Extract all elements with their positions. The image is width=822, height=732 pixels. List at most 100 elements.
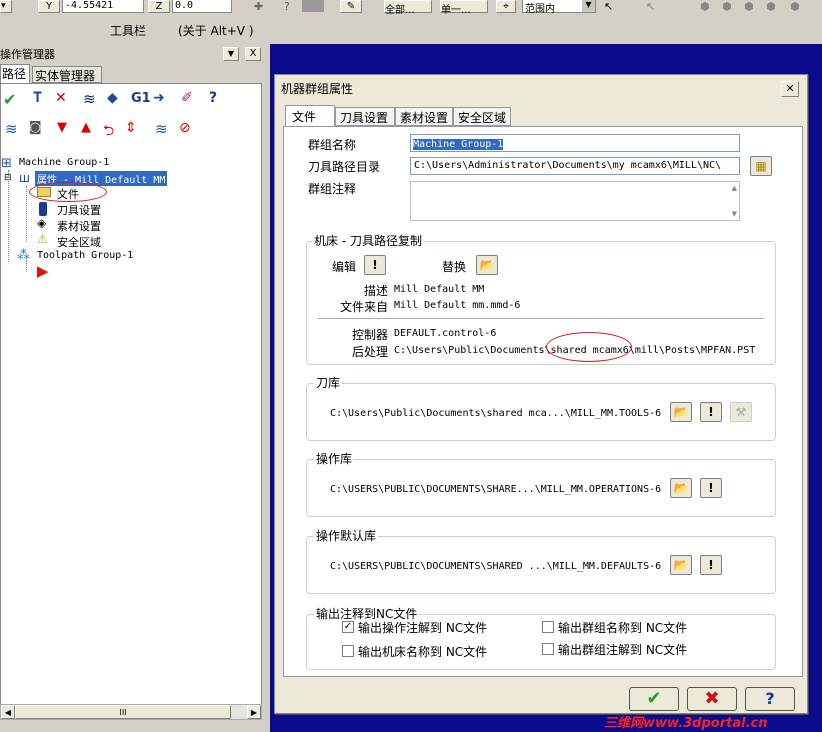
group-comment-textarea[interactable]: ▲ ▼ (410, 181, 740, 221)
about-label: (关于 Alt+V ) (178, 24, 254, 38)
close-icon[interactable]: ✕ (781, 81, 799, 97)
tab-path[interactable]: 路径 (0, 64, 30, 84)
tool-library-disabled-button[interactable]: ⚒ (730, 402, 752, 422)
help-button[interactable]: ? (745, 687, 795, 711)
post-label: 后处理 (352, 345, 389, 359)
verify-icon[interactable]: ◆ (107, 90, 118, 106)
insert-arrow-icon[interactable]: ⮌ (103, 120, 114, 144)
cursor-icon[interactable]: ⌖ (496, 0, 516, 13)
solid-icon[interactable]: ⬢ (700, 0, 710, 13)
tree-tool-settings[interactable]: 刀具设置 (57, 202, 101, 218)
tab-safety-zone[interactable]: 安全区域 (453, 107, 511, 126)
regen-dirty-icon[interactable]: ✕ (55, 90, 67, 106)
toggle-display-icon[interactable]: ⊘ (179, 120, 191, 136)
post-ops-icon[interactable]: ➜ (153, 90, 165, 106)
move-down-icon[interactable]: ▼ (57, 120, 67, 135)
horizontal-scrollbar[interactable]: ◀ III ▶ (0, 704, 262, 720)
move-up-icon[interactable]: ▲ (81, 120, 91, 135)
pencil-icon[interactable]: ✎ (340, 0, 362, 13)
group-name-input[interactable]: Machine Group-1 (410, 134, 740, 152)
output-machine-name-checkbox[interactable] (342, 645, 354, 657)
comment-scroll-up-icon[interactable]: ▲ (732, 184, 737, 192)
y-coordinate-input[interactable]: -4.55421 (62, 0, 144, 13)
tree-line (8, 170, 9, 262)
solid-5-icon[interactable]: ⬢ (790, 0, 800, 13)
select-all-combo[interactable]: 全部... (384, 0, 432, 16)
lock-icon[interactable]: ◙ (29, 120, 42, 135)
tree-safety-zone[interactable]: 安全区域 (57, 234, 101, 250)
op-library-open-button[interactable]: 📂 (670, 478, 692, 498)
arrow-dropdown[interactable]: ▾ (0, 0, 12, 13)
op-toolbar-row-1: ✔ 𝐓 ✕ ≋ ◆ G1 ➜ ✐ ? (1, 90, 261, 112)
desc-label: 描述 (364, 284, 389, 298)
tab-tool-settings[interactable]: 刀具设置 (335, 107, 395, 126)
output-group-comment-checkbox[interactable] (542, 643, 554, 655)
toolbar-icon-group-b[interactable]: ↖ ↖ ⬢ ⬢ ⬢ ⬢ ⬢ (604, 0, 822, 13)
solid-4-icon[interactable]: ⬢ (766, 0, 776, 13)
controller-label: 控制器 (352, 328, 389, 342)
g1-label[interactable]: G1 (131, 91, 151, 106)
toolpath-icon[interactable]: ≋ (5, 120, 18, 138)
color-swatch-icon[interactable] (302, 0, 324, 12)
high-speed-icon[interactable]: ✐ (181, 90, 193, 106)
panel-menu-button[interactable]: ▼ (223, 47, 239, 61)
open-folder-icon: 📂 (479, 258, 495, 272)
select-single-combo[interactable]: 单一... (440, 0, 488, 16)
y-label-button[interactable]: Y (38, 0, 60, 13)
post-highlight-ellipse (546, 332, 632, 362)
exclamation-icon: ! (372, 258, 378, 272)
output-op-comments-checkbox[interactable]: ✓ (342, 621, 354, 633)
tool-library-edit-button[interactable]: ! (700, 402, 722, 422)
toolpath-dir-input[interactable]: C:\Users\Administrator\Documents\my mcam… (410, 157, 740, 175)
group-name-label: 群组名称 (308, 138, 357, 152)
op-defaults-open-button[interactable]: 📂 (670, 555, 692, 575)
ok-button[interactable]: ✔ (629, 687, 679, 711)
browse-folder-button[interactable]: ▦ (750, 156, 772, 176)
tree-machine-group[interactable]: Machine Group-1 (19, 157, 109, 168)
op-defaults-edit-button[interactable]: ! (700, 555, 722, 575)
tab-stock-setup[interactable]: 素材设置 (395, 107, 453, 126)
op-manager-panel: 操作管理器 ▼ X 路径 实体管理器 ✔ 𝐓 ✕ ≋ ◆ G1 ➜ ✐ ? ≋ … (0, 44, 265, 732)
question-icon[interactable]: ? (284, 0, 290, 13)
select-all-ops-icon[interactable]: ✔ (3, 90, 16, 109)
chevron-down-icon[interactable]: ▼ (582, 0, 595, 12)
tree-stock-setup[interactable]: 素材设置 (57, 218, 101, 234)
file-from-value: Mill Default mm.mmd-6 (394, 300, 521, 311)
z-coordinate-input[interactable]: 0.0 (172, 0, 232, 13)
tab-file[interactable]: 文件 (285, 105, 335, 127)
expand-collapse-icon[interactable]: ⇕ (125, 120, 137, 136)
scroll-right-button[interactable]: ▶ (247, 705, 261, 719)
panel-close-button[interactable]: X (245, 47, 261, 61)
replace-machine-button[interactable]: 📂 (476, 255, 498, 275)
comment-scroll-down-icon[interactable]: ▼ (732, 210, 737, 218)
tree-toolpath-group[interactable]: Toolpath Group-1 (37, 250, 133, 261)
solid-3-icon[interactable]: ⬢ (744, 0, 754, 13)
toolpath-display-icon[interactable]: ≋ (155, 120, 168, 138)
scroll-thumb[interactable]: III (15, 705, 231, 719)
backplot-icon[interactable]: ≋ (83, 90, 96, 108)
select-arrow-icon[interactable]: ↖ (604, 0, 613, 13)
open-folder-icon: 📂 (673, 405, 689, 419)
op-library-edit-button[interactable]: ! (700, 478, 722, 498)
machine-group-properties-dialog: 机器群组属性 ✕ 文件 刀具设置 素材设置 安全区域 群组名称 Machine … (274, 74, 808, 714)
select-arrow-2-icon[interactable]: ↖ (646, 0, 655, 13)
solid-2-icon[interactable]: ⬢ (722, 0, 732, 13)
files-highlight-ellipse (29, 182, 107, 202)
scroll-left-button[interactable]: ◀ (1, 705, 15, 719)
regen-ops-icon[interactable]: 𝐓 (33, 90, 42, 106)
output-group-name-checkbox[interactable] (542, 621, 554, 633)
range-select[interactable]: 范围内 ▼ (522, 0, 596, 15)
output-group-comment-text: 输出群组注解到 NC文件 (558, 643, 688, 657)
edit-machine-button[interactable]: ! (364, 255, 386, 275)
op-library-label: 操作库 (314, 450, 355, 467)
op-tree: ⊞ Machine Group-1 ⊟ ш 属性 - Mill Default … (1, 156, 261, 296)
z-label-button[interactable]: Z (148, 0, 170, 13)
cancel-button[interactable]: ✖ (687, 687, 737, 711)
tool-library-open-button[interactable]: 📂 (670, 402, 692, 422)
tab-solids-manager[interactable]: 实体管理器 (32, 66, 102, 83)
toolbar-icon-group-a[interactable]: ✚ ? (254, 0, 334, 13)
exclamation-icon: ! (708, 481, 714, 495)
plus-arrow-icon[interactable]: ✚ (254, 0, 263, 13)
output-op-comments-text: 输出操作注解到 NC文件 (358, 621, 488, 635)
help-icon[interactable]: ? (209, 90, 217, 106)
